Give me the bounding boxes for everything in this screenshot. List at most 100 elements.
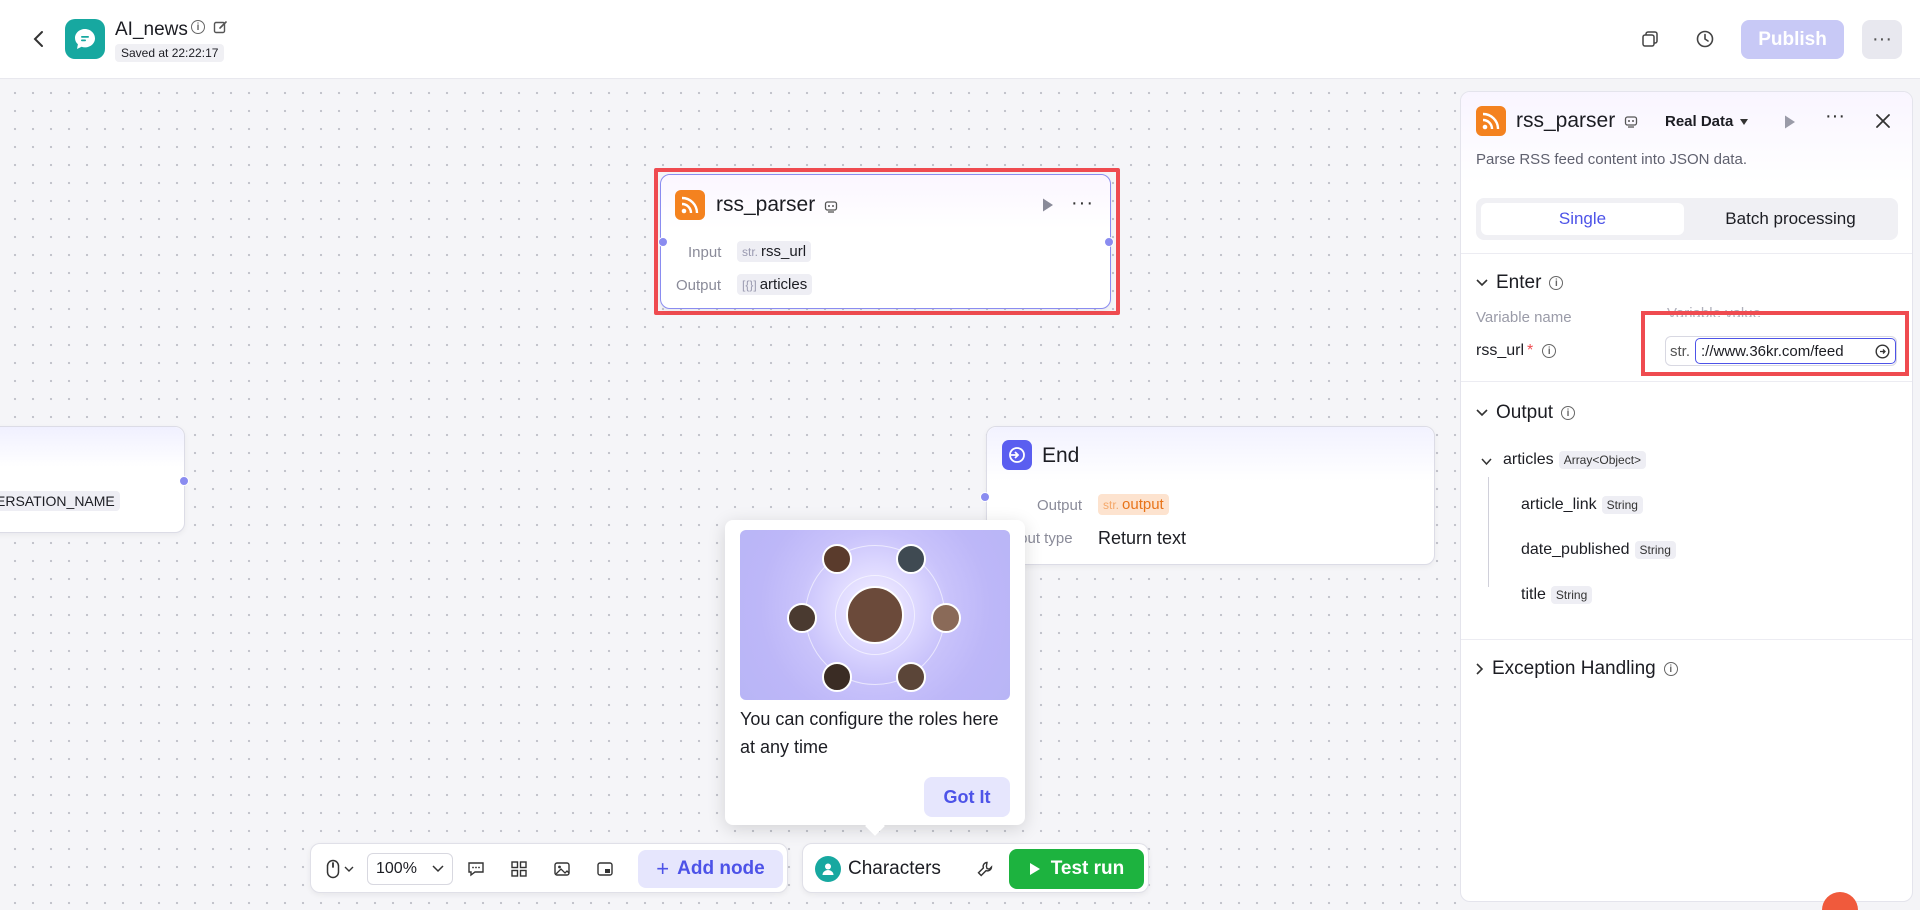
avatar (787, 603, 817, 633)
rss-parser-node[interactable]: rss_parser ··· Input str. rss_url Output … (660, 174, 1111, 309)
minimap-icon[interactable] (593, 857, 617, 881)
variable-ref-icon[interactable] (1875, 344, 1890, 359)
app-title: AI_news (115, 19, 188, 40)
field-type: String (1601, 496, 1643, 514)
panel-header (1461, 92, 1912, 184)
variable-tag: ERSATION_NAME (0, 491, 120, 511)
characters-label: Characters (848, 858, 941, 879)
col-variable-name: Variable name (1476, 309, 1572, 326)
output-type-value: Return text (1098, 528, 1187, 548)
input-type: str. (1670, 343, 1691, 360)
divider (1461, 253, 1912, 254)
required-mark: * (1527, 342, 1534, 359)
back-arrow-icon[interactable] (26, 26, 52, 52)
input-tag: str. rss_url (737, 241, 812, 262)
chevron-down-icon[interactable] (1481, 458, 1492, 466)
layout-grid-icon[interactable] (507, 857, 531, 881)
input-port[interactable] (658, 237, 668, 247)
chevron-down-icon (1476, 279, 1488, 287)
play-icon (1029, 863, 1040, 875)
output-field-date-published: date_published String (1521, 541, 1676, 559)
field-name: title (1521, 586, 1546, 603)
exception-section-header[interactable]: Exception Handling i (1476, 658, 1678, 680)
output-type: str. (1103, 497, 1120, 512)
edit-icon[interactable] (213, 20, 228, 35)
plugin-icon (824, 201, 838, 213)
zoom-value: 100% (376, 860, 417, 877)
zoom-select[interactable]: 100% (367, 853, 453, 885)
field-name: article_link (1521, 496, 1597, 513)
output-port[interactable] (1104, 237, 1114, 247)
history-icon[interactable] (1688, 22, 1722, 56)
data-mode-dropdown[interactable]: Real Data (1665, 113, 1749, 130)
wrench-icon[interactable] (973, 857, 997, 881)
info-icon[interactable]: i (1561, 406, 1576, 420)
plus-icon: + (656, 856, 670, 881)
got-it-button[interactable]: Got It (924, 777, 1010, 817)
node-more-icon[interactable]: ··· (1071, 192, 1094, 215)
characters-button[interactable]: Characters (815, 856, 941, 882)
copy-icon[interactable] (1633, 22, 1667, 56)
output-tag: str. output (1098, 494, 1169, 515)
output-section-header[interactable]: Output i (1476, 402, 1576, 424)
end-node[interactable]: End Output str. output tput type Return t… (986, 426, 1435, 565)
mode-tabs: Single Batch processing (1476, 198, 1898, 240)
field-type: Array<Object> (1558, 451, 1647, 469)
var-name-label: rss_url (1476, 342, 1525, 359)
panel-description: Parse RSS feed content into JSON data. (1476, 151, 1747, 168)
node-title: rss_parser (716, 193, 816, 216)
publish-button[interactable]: Publish (1741, 20, 1844, 59)
run-toolbar: Characters Test run (802, 843, 1149, 893)
characters-tip-popover: You can configure the roles here at any … (725, 520, 1025, 836)
tree-line (1488, 477, 1489, 587)
run-node-icon[interactable] (1041, 197, 1055, 213)
rss-url-value[interactable]: ://www.36kr.com/feed (1695, 338, 1896, 364)
chevron-down-icon (1476, 409, 1488, 417)
tab-batch-processing[interactable]: Batch processing (1688, 203, 1893, 235)
node-config-panel: rss_parser Real Data ··· Parse RSS feed … (1460, 91, 1913, 902)
output-title: Output (1496, 402, 1554, 423)
output-type: [{}] (742, 277, 757, 292)
rss-url-input[interactable]: str. ://www.36kr.com/feed (1665, 336, 1897, 366)
output-label: Output (676, 277, 722, 294)
output-tag: [{}] articles (737, 274, 813, 295)
rss-icon (675, 190, 705, 220)
output-field-title: title String (1521, 586, 1593, 604)
add-node-label: Add node (677, 858, 765, 879)
comment-icon[interactable] (464, 857, 488, 881)
test-run-button[interactable]: Test run (1009, 849, 1144, 889)
start-node-partial[interactable]: ERSATION_NAME (0, 426, 185, 533)
plugin-icon (1624, 116, 1638, 128)
caret-down-icon (1740, 118, 1749, 125)
add-node-button[interactable]: + Add node (638, 850, 783, 888)
characters-illustration (740, 530, 1010, 700)
avatar (822, 544, 852, 574)
close-icon[interactable] (1875, 113, 1891, 129)
panel-title: rss_parser (1516, 109, 1616, 132)
input-port[interactable] (980, 492, 990, 502)
info-icon[interactable]: i (1663, 662, 1678, 676)
run-node-icon[interactable] (1783, 114, 1797, 130)
image-icon[interactable] (550, 857, 574, 881)
input-value: rss_url (761, 243, 807, 260)
chevron-right-icon (1476, 663, 1484, 675)
info-icon[interactable]: i (1542, 344, 1557, 358)
var-name: rss_url * i (1476, 342, 1557, 360)
avatar (896, 544, 926, 574)
input-label: Input (688, 244, 722, 261)
field-name: date_published (1521, 541, 1630, 558)
chevron-down-icon[interactable] (341, 857, 357, 881)
enter-section-header[interactable]: Enter i (1476, 272, 1564, 294)
info-icon[interactable]: i (191, 20, 205, 34)
exception-title: Exception Handling (1492, 658, 1656, 679)
chevron-down-icon (432, 865, 444, 873)
end-icon (1002, 440, 1032, 470)
more-options-button[interactable]: ··· (1862, 20, 1902, 59)
canvas-toolbar: 100% + Add node (310, 843, 788, 893)
tab-single[interactable]: Single (1481, 203, 1684, 235)
divider (1461, 381, 1912, 382)
output-port[interactable] (179, 476, 189, 486)
test-run-label: Test run (1050, 858, 1125, 879)
panel-more-icon[interactable]: ··· (1825, 105, 1845, 128)
info-icon[interactable]: i (1549, 276, 1564, 290)
